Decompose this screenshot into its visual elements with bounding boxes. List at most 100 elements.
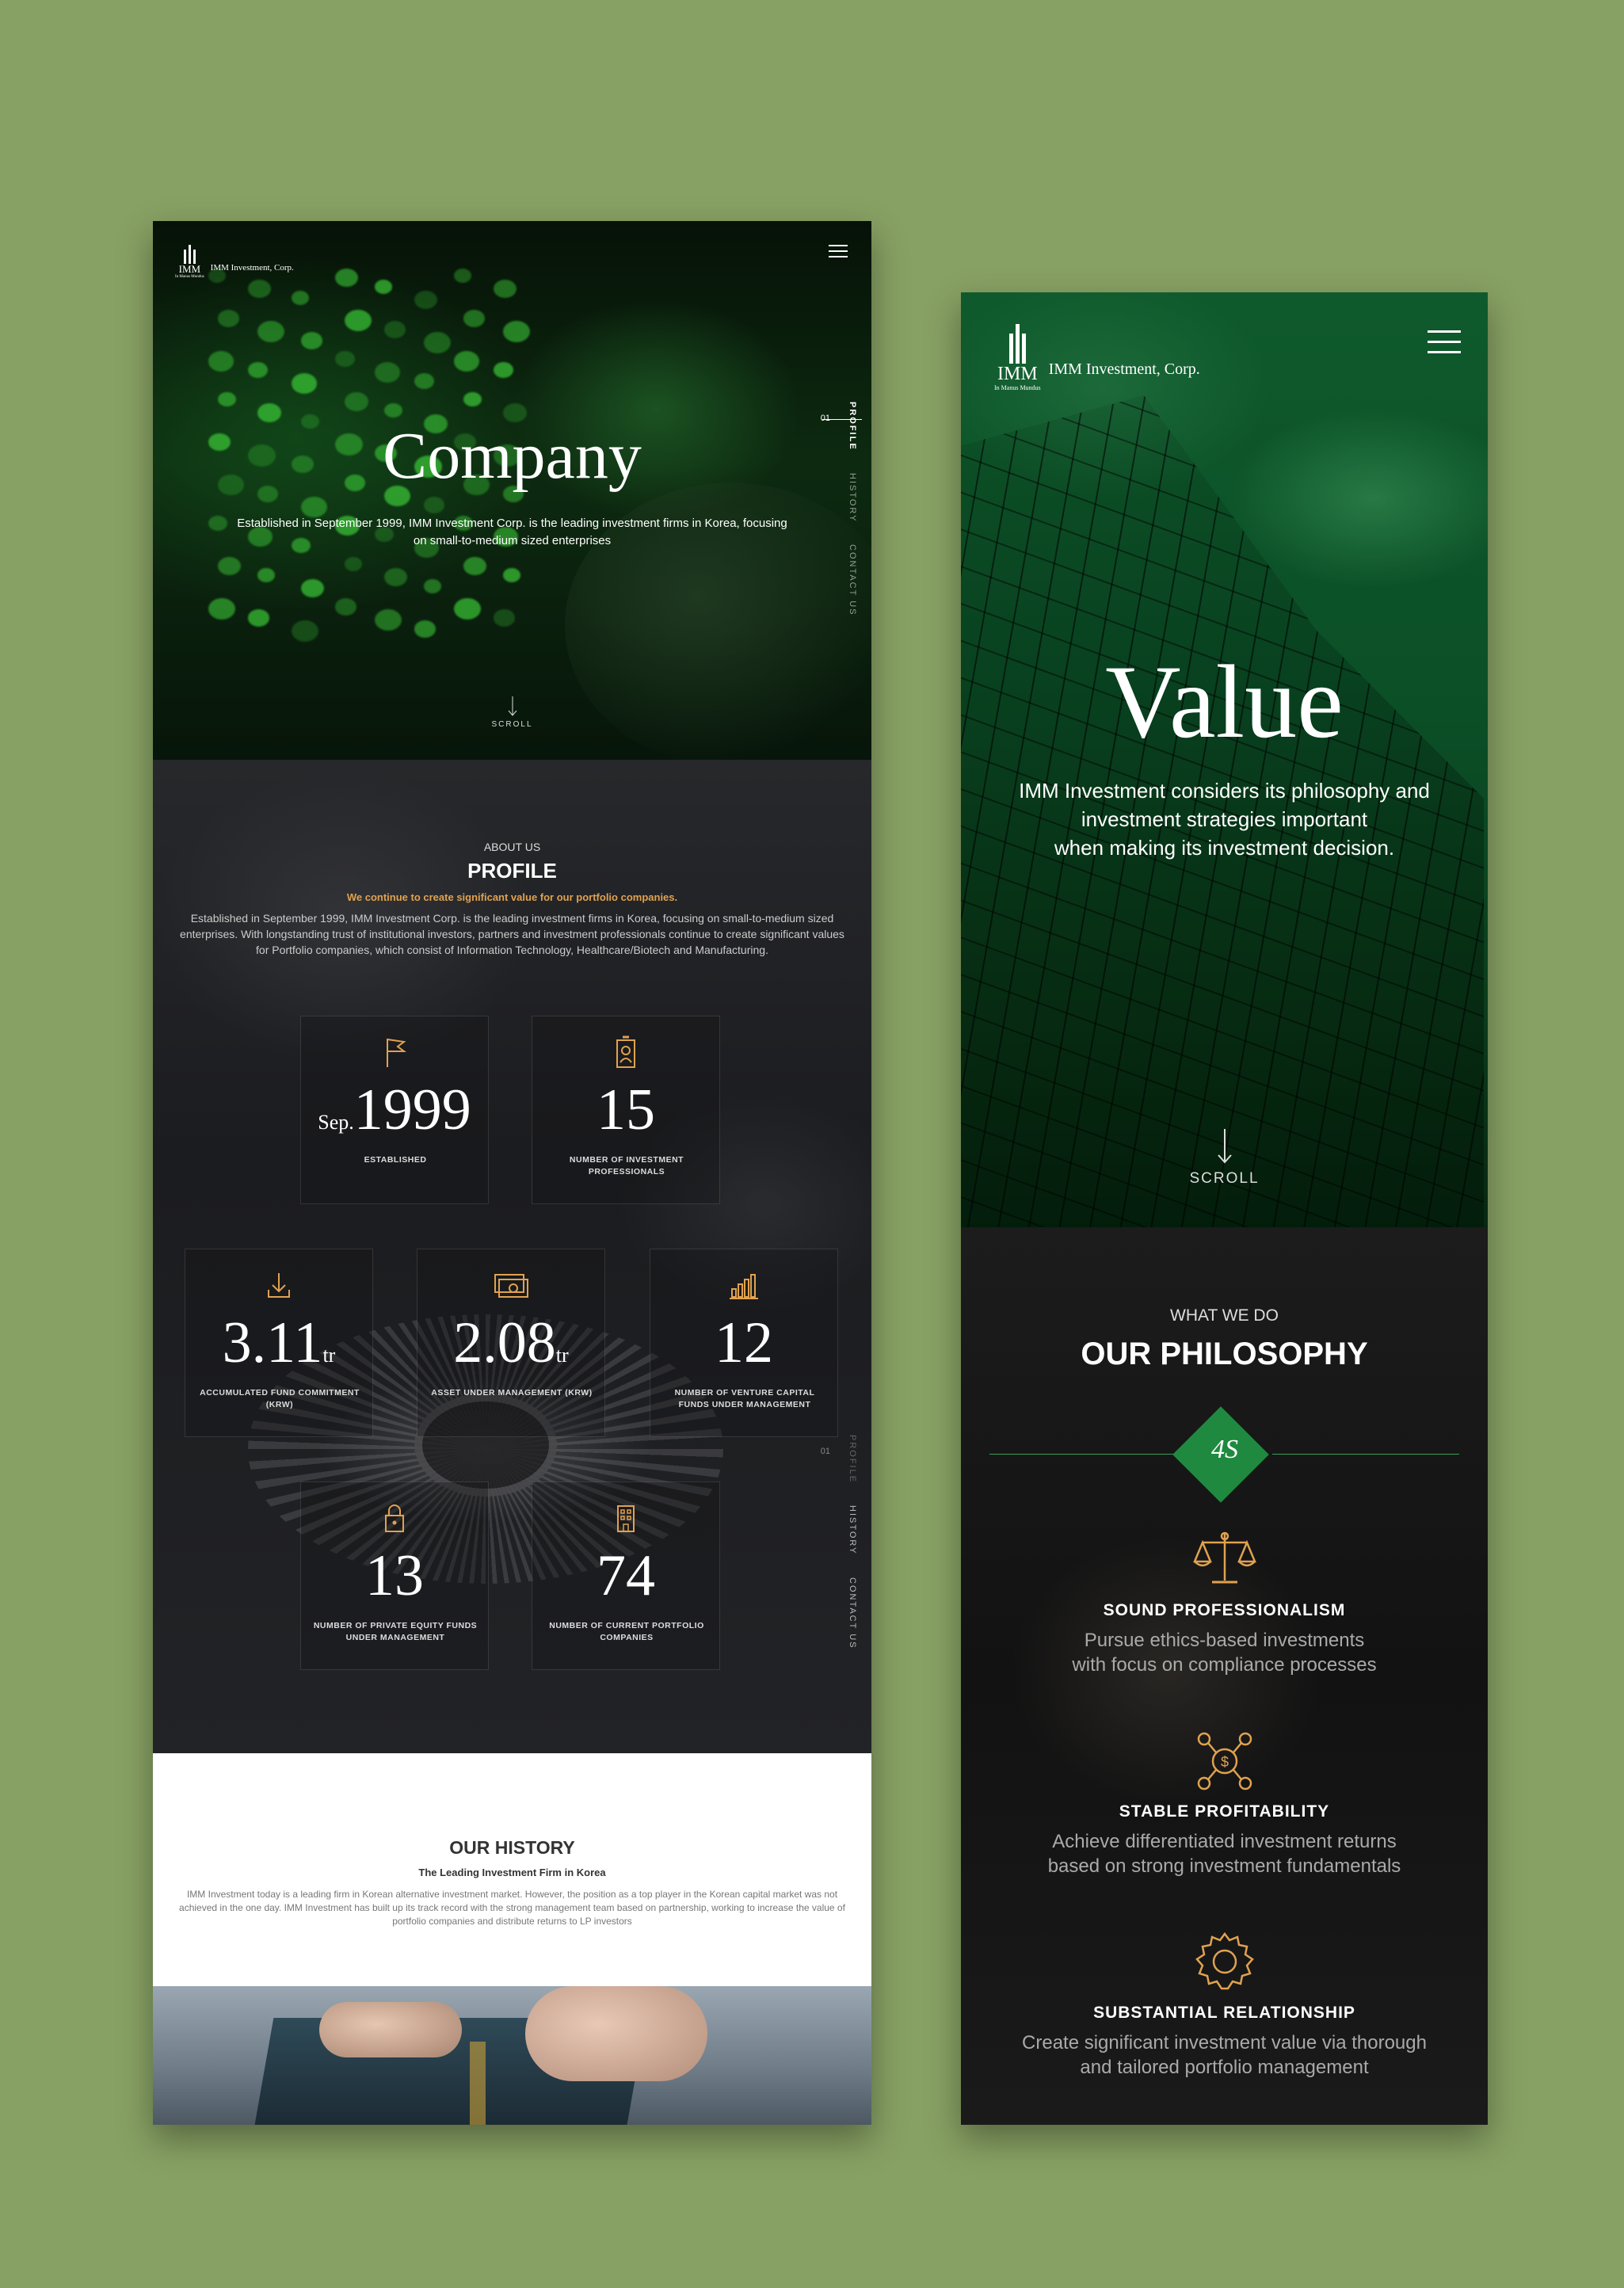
side-nav-history[interactable]: HISTORY <box>848 1505 857 1555</box>
banknote-icon <box>494 1274 528 1298</box>
bokeh-light <box>218 557 241 576</box>
bokeh-light <box>335 269 358 288</box>
stat-value: 74 <box>597 1543 655 1608</box>
bokeh-light <box>454 269 471 283</box>
bokeh-light <box>494 362 513 378</box>
stat-value: 13 <box>365 1543 424 1608</box>
philosophy-item: SOUND PROFESSIONALISM Pursue ethics-base… <box>961 1528 1488 1677</box>
logo-motto: In Manus Mundus <box>175 275 204 279</box>
stat-prefix: Sep. <box>318 1111 354 1134</box>
stat-label: NUMBER OF CURRENT PORTFOLIO COMPANIES <box>549 1621 704 1642</box>
hero-title: Value <box>1105 643 1344 760</box>
divider-line-right <box>1272 1454 1459 1455</box>
hero-subtitle: IMM Investment considers its philosophy … <box>993 776 1456 862</box>
bokeh-light <box>335 598 356 616</box>
hamburger-menu-icon[interactable] <box>1428 330 1461 361</box>
scroll-indicator[interactable]: SCROLL <box>961 1129 1488 1188</box>
philosophy-item: SUBSTANTIAL RELATIONSHIP Create signific… <box>961 1931 1488 2080</box>
history-body: IMM Investment today is a leading firm i… <box>179 1889 845 1927</box>
stat-label: ASSET UNDER MANAGEMENT (KRW) <box>431 1388 593 1398</box>
side-nav-contact[interactable]: CONTACT US <box>848 1577 857 1649</box>
side-nav-profile[interactable]: PROFILE <box>848 1435 857 1483</box>
bokeh-light <box>375 362 400 383</box>
profile-title: PROFILE <box>467 859 557 883</box>
hero-subtitle-line: when making its investment decision. <box>1054 836 1395 860</box>
bokeh-light <box>494 280 517 299</box>
bokeh-light <box>257 568 275 582</box>
bokeh-light <box>292 291 309 305</box>
bokeh-light <box>463 392 482 407</box>
section-number-dim: 01 <box>820 1447 830 1456</box>
scroll-indicator[interactable]: SCROLL <box>153 696 871 729</box>
philosophy-item: $ STABLE PROFITABILITY Achieve different… <box>961 1729 1488 1878</box>
philosophy-badge-text: 4S <box>1211 1435 1238 1464</box>
philosophy-title: OUR PHILOSOPHY <box>1081 1337 1368 1371</box>
stat-established: Sep.1999 ESTABLISHED <box>300 1016 489 1204</box>
svg-text:$: $ <box>1220 1754 1228 1770</box>
bokeh-light <box>257 321 284 343</box>
philosophy-item-desc: Create significant investment value via … <box>1022 2032 1427 2053</box>
stat-fund-commitment: 3.11tr ACCUMULATED FUND COMMITMENT (KRW) <box>185 1249 373 1437</box>
lock-icon <box>385 1504 404 1532</box>
bokeh-light <box>208 351 234 372</box>
stat-value: 3.11 <box>222 1310 323 1375</box>
bokeh-light <box>375 609 402 631</box>
stat-aum: 2.08tr ASSET UNDER MANAGEMENT (KRW) <box>417 1249 605 1437</box>
bokeh-light <box>301 579 324 598</box>
gear-icon <box>1195 1931 1254 1990</box>
company-name: IMM Investment, Corp. <box>210 263 294 273</box>
company-name: IMM Investment, Corp. <box>1048 360 1200 378</box>
bokeh-light <box>424 579 441 593</box>
bokeh-light <box>345 557 362 571</box>
bar-chart-icon <box>730 1274 758 1299</box>
stat-label: NUMBER OF VENTURE CAPITAL FUNDS UNDER MA… <box>674 1388 815 1409</box>
bokeh-light <box>463 557 486 576</box>
bokeh-light <box>503 321 530 343</box>
stat-value: 1999 <box>353 1077 471 1142</box>
hero-subtitle-line: investment strategies important <box>1081 807 1368 831</box>
history-subtitle: The Leading Investment Firm in Korea <box>418 1867 606 1878</box>
company-page-preview: IMM In Manus Mundus IMM Investment, Corp… <box>153 221 871 2125</box>
bokeh-light <box>292 373 317 394</box>
philosophy-item-desc: based on strong investment fundamentals <box>1047 1855 1401 1877</box>
philosophy-item-title: SOUND PROFESSIONALISM <box>1103 1601 1346 1619</box>
bokeh-light <box>503 568 520 582</box>
arrow-down-icon <box>1217 1129 1232 1164</box>
value-page-preview: IMM In Manus Mundus IMM Investment, Corp… <box>961 292 1488 2125</box>
hamburger-menu-icon[interactable] <box>829 245 848 261</box>
hero-subtitle: Established in September 1999, IMM Inves… <box>237 517 787 547</box>
philosophy-item-title: SUBSTANTIAL RELATIONSHIP <box>1093 2004 1355 2022</box>
scales-icon <box>1192 1531 1256 1584</box>
bokeh-light <box>414 373 434 389</box>
stat-vc-funds: 12 NUMBER OF VENTURE CAPITAL FUNDS UNDER… <box>650 1249 838 1437</box>
download-icon <box>268 1273 290 1298</box>
profile-section: ABOUT US PROFILE We continue to create s… <box>153 760 871 1753</box>
company-hero: IMM In Manus Mundus IMM Investment, Corp… <box>153 221 871 760</box>
stat-suffix: tr <box>322 1344 336 1367</box>
bokeh-light <box>424 497 444 513</box>
stat-label: ACCUMULATED FUND COMMITMENT (KRW) <box>200 1388 360 1409</box>
bokeh-light <box>494 609 515 627</box>
philosophy-eyebrow: WHAT WE DO <box>1170 1306 1279 1325</box>
scroll-label: SCROLL <box>491 720 533 729</box>
company-logo[interactable]: IMM In Manus Mundus IMM Investment, Corp… <box>994 324 1200 391</box>
bokeh-light <box>345 392 368 411</box>
imm-logo-icon: IMM In Manus Mundus <box>994 324 1041 391</box>
company-logo[interactable]: IMM In Manus Mundus IMM Investment, Corp… <box>175 245 294 279</box>
building-icon <box>617 1505 635 1532</box>
bokeh-light <box>375 280 392 294</box>
philosophy-item-desc: with focus on compliance processes <box>1072 1654 1377 1676</box>
flag-icon <box>387 1038 406 1067</box>
imm-logo-icon: IMM In Manus Mundus <box>175 245 204 279</box>
stat-value: 2.08 <box>453 1310 556 1375</box>
history-section: OUR HISTORY The Leading Investment Firm … <box>153 1753 871 1986</box>
stat-value: 12 <box>715 1310 773 1375</box>
side-nav-contact[interactable]: CONTACT US <box>848 544 857 616</box>
value-hero: IMM In Manus Mundus IMM Investment, Corp… <box>961 292 1488 1227</box>
arrow-down-icon <box>508 696 517 716</box>
bokeh-light <box>292 620 318 643</box>
stat-pe-funds: 13 NUMBER OF PRIVATE EQUITY FUNDS UNDER … <box>300 1481 489 1670</box>
stat-suffix: tr <box>555 1344 569 1367</box>
stat-professionals: 15 NUMBER OF INVESTMENT PROFESSIONALS <box>532 1016 720 1204</box>
stat-label: ESTABLISHED <box>364 1155 427 1165</box>
